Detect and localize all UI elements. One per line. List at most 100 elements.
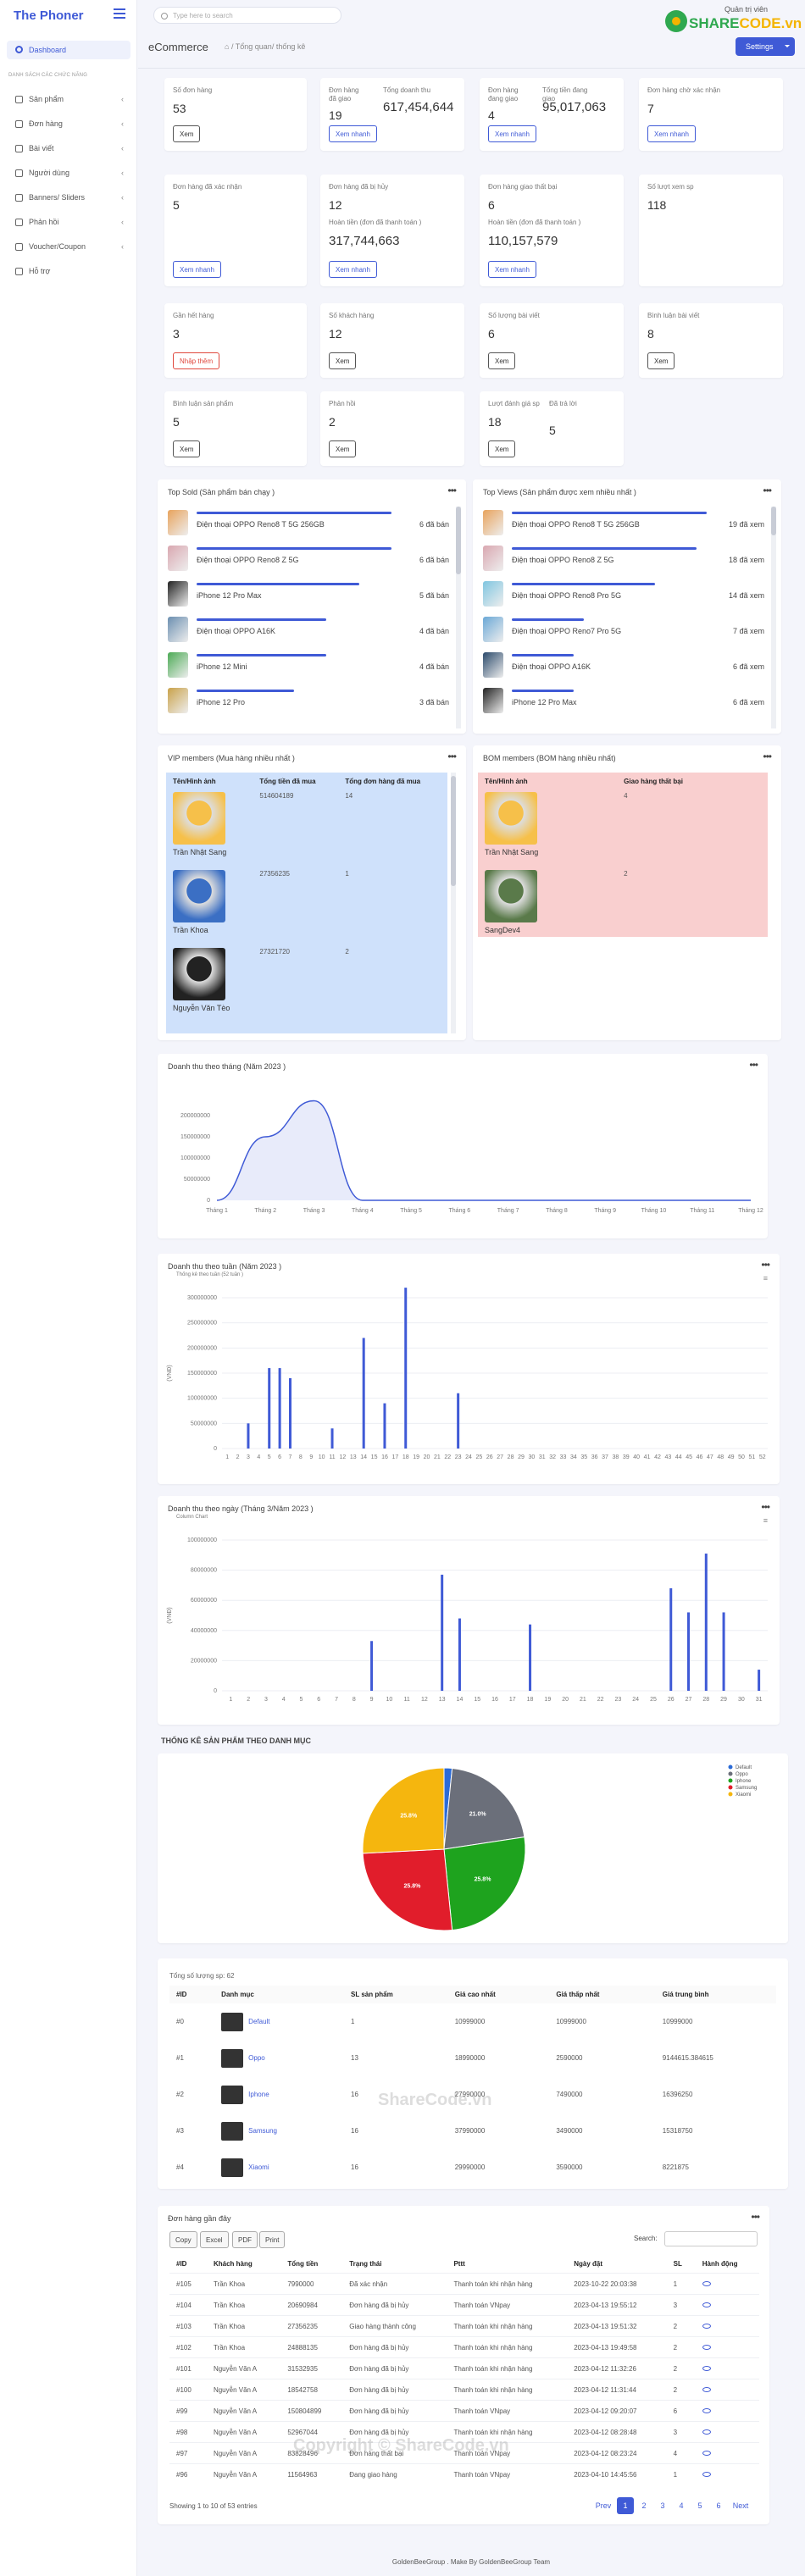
more-icon[interactable]: ••• bbox=[447, 485, 457, 496]
view-eye-icon[interactable] bbox=[702, 2344, 711, 2350]
scrollbar[interactable] bbox=[456, 507, 461, 728]
member-name[interactable]: SangDev4 bbox=[485, 926, 610, 934]
stat-view-button[interactable]: Xem bbox=[173, 440, 201, 457]
pagination-next[interactable]: Next bbox=[729, 2497, 752, 2514]
column-header[interactable]: Pttt bbox=[447, 2255, 567, 2274]
view-eye-icon[interactable] bbox=[702, 2450, 711, 2456]
category-link[interactable]: Xiaomi bbox=[248, 2163, 269, 2171]
pagination-page[interactable]: 1 bbox=[617, 2497, 634, 2514]
stat-view-button[interactable]: Xem nhanh bbox=[329, 261, 377, 278]
sidebar-item[interactable]: Đơn hàng ‹ bbox=[7, 116, 130, 133]
orders-search-input[interactable] bbox=[664, 2231, 758, 2246]
table-row[interactable]: Trần Nhật Sang 4 bbox=[478, 790, 768, 868]
scrollbar[interactable] bbox=[771, 507, 776, 728]
table-row[interactable]: #3 Samsung 16 37990000 3490000 15318750 bbox=[169, 2113, 776, 2149]
view-eye-icon[interactable] bbox=[702, 2429, 711, 2435]
table-row[interactable]: #103 Trần Khoa 27356235 Giao hàng thành côn… bbox=[169, 2315, 759, 2337]
pagination-prev[interactable]: Prev bbox=[591, 2497, 615, 2514]
view-eye-icon[interactable] bbox=[702, 2323, 711, 2329]
table-row[interactable]: #104 Trần Khoa 20690984 Đơn hàng đã bị hủy T… bbox=[169, 2294, 759, 2316]
customer-link[interactable]: Trần Khoa bbox=[206, 2336, 281, 2358]
chevron-icon[interactable]: ‹ bbox=[121, 218, 124, 226]
category-link[interactable]: Oppo bbox=[248, 2054, 265, 2062]
stat-view-button[interactable]: Xem nhanh bbox=[488, 125, 536, 142]
brand-logo[interactable]: The Phoner bbox=[14, 8, 84, 23]
sidebar-item[interactable]: Người dùng ‹ bbox=[7, 165, 130, 182]
member-name[interactable]: Nguyễn Văn Tèo bbox=[173, 1004, 246, 1012]
customer-link[interactable]: Trần Khoa bbox=[206, 2315, 281, 2337]
column-header[interactable]: Tổng tiền bbox=[280, 2255, 342, 2274]
sidebar-item[interactable]: Banners/ Sliders ‹ bbox=[7, 190, 130, 207]
column-header[interactable]: Ngày đặt bbox=[567, 2255, 666, 2274]
stat-view-button[interactable]: Xem nhanh bbox=[173, 261, 221, 278]
more-icon[interactable]: ••• bbox=[447, 751, 457, 762]
table-row[interactable]: SangDev4 2 bbox=[478, 868, 768, 937]
category-link[interactable]: Samsung bbox=[248, 2127, 277, 2135]
column-header[interactable]: Hành động bbox=[696, 2255, 759, 2274]
product-list-item[interactable]: Điện thoại OPPO Reno8 Pro 5G 14 đã xem bbox=[478, 574, 766, 607]
chevron-icon[interactable]: ‹ bbox=[121, 193, 124, 202]
export-button[interactable]: Print bbox=[259, 2231, 286, 2248]
stat-view-button[interactable]: Xem nhanh bbox=[329, 125, 377, 142]
view-eye-icon[interactable] bbox=[702, 2302, 711, 2307]
stat-view-button[interactable]: Xem bbox=[647, 352, 675, 369]
stat-view-button[interactable]: Xem bbox=[488, 440, 516, 457]
customer-link[interactable]: Trần Khoa bbox=[206, 2273, 281, 2295]
table-row[interactable]: #101 Nguyễn Văn A 31532935 Đơn hàng đã bị h… bbox=[169, 2357, 759, 2379]
member-name[interactable]: Trần Khoa bbox=[173, 926, 246, 934]
view-eye-icon[interactable] bbox=[702, 2407, 711, 2413]
product-list-item[interactable]: iPhone 12 Pro Max 5 đã bán bbox=[163, 574, 451, 607]
stat-view-button[interactable]: Xem bbox=[329, 352, 357, 369]
customer-link[interactable]: Nguyễn Văn A bbox=[206, 2400, 281, 2422]
customer-link[interactable]: Nguyễn Văn A bbox=[206, 2442, 281, 2464]
pagination-page[interactable]: 2 bbox=[636, 2497, 652, 2514]
product-list-item[interactable]: Điện thoại OPPO Reno7 Pro 5G 7 đã xem bbox=[478, 610, 766, 642]
view-eye-icon[interactable] bbox=[702, 2280, 711, 2286]
product-list-item[interactable]: iPhone 12 Pro Max 6 đã xem bbox=[478, 681, 766, 713]
stat-view-button[interactable]: Xem nhanh bbox=[488, 261, 536, 278]
product-list-item[interactable]: iPhone 12 Mini 4 đã bán bbox=[163, 645, 451, 678]
stat-view-button[interactable]: Xem nhanh bbox=[647, 125, 696, 142]
column-header[interactable]: #ID bbox=[169, 2255, 207, 2274]
settings-button[interactable]: Settings bbox=[736, 37, 795, 56]
breadcrumb[interactable]: ⌂ / Tổng quan/ thống kê bbox=[225, 42, 305, 51]
pagination-page[interactable]: 6 bbox=[710, 2497, 727, 2514]
menu-toggle-icon[interactable] bbox=[114, 8, 125, 19]
view-eye-icon[interactable] bbox=[702, 2386, 711, 2392]
more-icon[interactable]: ••• bbox=[751, 2211, 760, 2223]
scrollbar[interactable] bbox=[451, 773, 456, 1033]
pagination-page[interactable]: 5 bbox=[691, 2497, 708, 2514]
chevron-icon[interactable]: ‹ bbox=[121, 242, 124, 251]
column-header[interactable]: Khách hàng bbox=[207, 2255, 280, 2274]
more-icon[interactable]: ••• bbox=[763, 485, 772, 496]
table-row[interactable]: #100 Nguyễn Văn A 18542758 Đơn hàng đã bị h… bbox=[169, 2379, 759, 2401]
table-row[interactable]: Trần Nhật Sang 514604189 14 bbox=[166, 790, 447, 868]
sidebar-item[interactable]: Hỗ trợ bbox=[7, 263, 130, 280]
chevron-icon[interactable]: ‹ bbox=[121, 119, 124, 128]
chevron-icon[interactable]: ‹ bbox=[121, 169, 124, 177]
table-row[interactable]: Nguyễn Văn Tèo 27321720 2 bbox=[166, 946, 447, 1024]
view-eye-icon[interactable] bbox=[702, 2471, 711, 2477]
chevron-icon[interactable]: ‹ bbox=[121, 95, 124, 103]
stat-view-button[interactable]: Nhập thêm bbox=[173, 352, 220, 369]
customer-link[interactable]: Trần Khoa bbox=[206, 2294, 281, 2316]
category-link[interactable]: Iphone bbox=[248, 2091, 269, 2098]
more-icon[interactable]: ••• bbox=[761, 1501, 770, 1513]
sidebar-item[interactable]: Voucher/Coupon ‹ bbox=[7, 239, 130, 256]
product-list-item[interactable]: Điện thoại OPPO Reno8 T 5G 256GB 19 đã xe… bbox=[478, 503, 766, 535]
product-list-item[interactable]: iPhone 12 Pro 3 đã bán bbox=[163, 681, 451, 713]
view-eye-icon[interactable] bbox=[702, 2365, 711, 2371]
product-list-item[interactable]: Điện thoại OPPO Reno8 Z 5G 18 đã xem bbox=[478, 539, 766, 571]
stat-view-button[interactable]: Xem bbox=[329, 440, 357, 457]
export-button[interactable]: Copy bbox=[169, 2231, 197, 2248]
chevron-icon[interactable]: ‹ bbox=[121, 144, 124, 152]
search-input[interactable]: Type here to search bbox=[153, 7, 341, 24]
export-button[interactable]: Excel bbox=[200, 2231, 229, 2248]
stat-view-button[interactable]: Xem bbox=[488, 352, 516, 369]
pagination-page[interactable]: 3 bbox=[654, 2497, 671, 2514]
sidebar-item-dashboard[interactable]: Dashboard bbox=[7, 41, 130, 59]
more-icon[interactable]: ••• bbox=[761, 1259, 770, 1271]
table-row[interactable]: #0 Default 1 10999000 10999000 10999000 bbox=[169, 2003, 776, 2040]
column-header[interactable]: Trạng thái bbox=[342, 2255, 447, 2274]
table-row[interactable]: #102 Trần Khoa 24888135 Đơn hàng đã bị hủy T… bbox=[169, 2336, 759, 2358]
